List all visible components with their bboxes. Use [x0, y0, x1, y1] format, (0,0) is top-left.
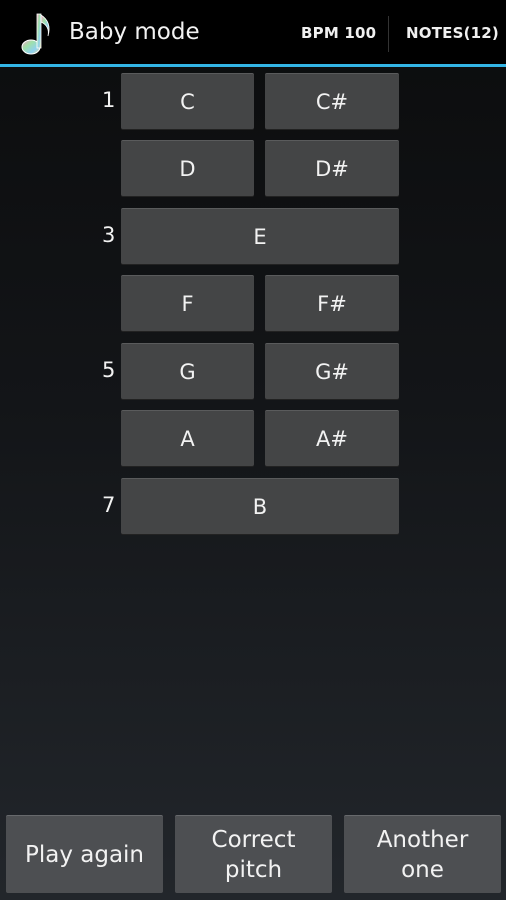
bpm-button[interactable]: BPM 100 [301, 24, 376, 42]
play-again-label: Play again [24, 841, 145, 868]
notes-button[interactable]: NOTES(12) [406, 24, 499, 42]
note-key-b[interactable]: B [121, 478, 399, 534]
note-key-f-sharp[interactable]: F# [265, 275, 399, 331]
note-key-d-sharp[interactable]: D# [265, 140, 399, 196]
action-bar: Baby mode BPM 100 NOTES(12) [0, 0, 506, 67]
play-again-button[interactable]: Play again [6, 815, 163, 893]
note-key-g[interactable]: G [121, 343, 254, 399]
note-key-a[interactable]: A [121, 410, 254, 466]
row-number: 5 [102, 358, 116, 382]
another-one-button[interactable]: Another one [344, 815, 501, 893]
note-key-a-sharp[interactable]: A# [265, 410, 399, 466]
another-one-label-line2: one [401, 856, 444, 883]
row-number: 1 [102, 88, 116, 112]
correct-pitch-label-line1: Correct [211, 826, 296, 853]
note-key-e[interactable]: E [121, 208, 399, 264]
note-key-c[interactable]: C [121, 73, 254, 129]
correct-pitch-button[interactable]: Correct pitch [175, 815, 332, 893]
note-key-g-sharp[interactable]: G# [265, 343, 399, 399]
row-number: 7 [102, 493, 116, 517]
row-number: 3 [102, 223, 116, 247]
note-key-f[interactable]: F [121, 275, 254, 331]
note-key-d[interactable]: D [121, 140, 254, 196]
music-note-icon[interactable] [20, 10, 56, 56]
correct-pitch-label-line2: pitch [224, 856, 283, 883]
page-title: Baby mode [69, 19, 200, 45]
note-key-c-sharp[interactable]: C# [265, 73, 399, 129]
actionbar-divider [388, 16, 389, 52]
another-one-label-line1: Another [376, 826, 469, 853]
